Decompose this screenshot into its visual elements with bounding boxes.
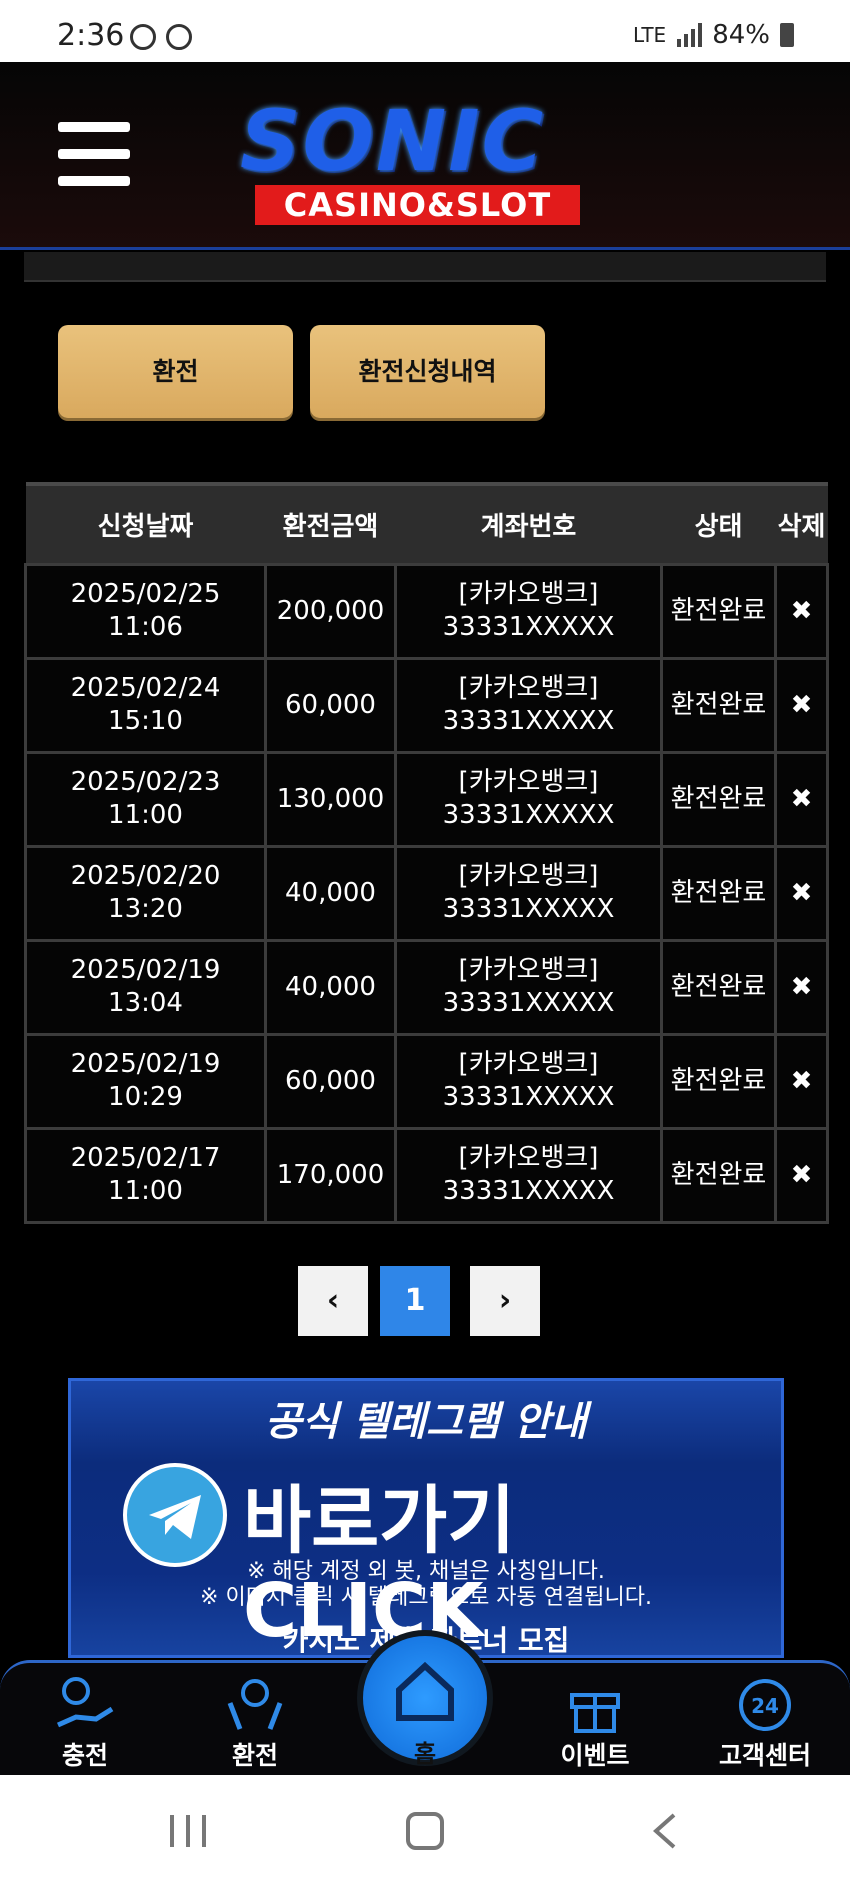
nav-event[interactable]: 이벤트 bbox=[535, 1663, 655, 1778]
logo-text: SONIC bbox=[240, 92, 546, 190]
cell-date: 2025/02/24 15:10 bbox=[24, 656, 267, 754]
col-header-account: 계좌번호 bbox=[395, 482, 662, 564]
battery-level: 84% bbox=[712, 20, 770, 50]
nav-home[interactable]: 홈 bbox=[357, 1630, 493, 1768]
logo-subtitle: CASINO&SLOT bbox=[255, 185, 580, 225]
delete-icon[interactable]: ✖ bbox=[774, 750, 829, 848]
signal-icon bbox=[677, 23, 703, 47]
status-time: 2:36 bbox=[57, 18, 125, 53]
table-row: 2025/02/24 15:10 60,000 [카카오뱅크] 33331XXXXX… bbox=[24, 656, 829, 754]
menu-icon[interactable] bbox=[58, 122, 130, 186]
page-1-button[interactable]: 1 bbox=[380, 1266, 450, 1336]
exchange-history-button[interactable]: 환전신청내역 bbox=[310, 325, 545, 418]
home-icon bbox=[396, 1661, 454, 1721]
exchange-history-table: 신청날짜 환전금액 계좌번호 상태 삭제 2025/02/25 11:06 200… bbox=[24, 482, 829, 1224]
table-header-row: 신청날짜 환전금액 계좌번호 상태 삭제 bbox=[25, 482, 828, 564]
cell-date: 2025/02/25 11:06 bbox=[24, 562, 267, 660]
cell-status: 환전완료 bbox=[660, 1032, 777, 1130]
col-header-status: 상태 bbox=[661, 482, 776, 564]
prev-page-button[interactable]: ‹ bbox=[298, 1266, 368, 1336]
cell-account: [카카오뱅크] 33331XXXXX bbox=[394, 562, 663, 660]
cell-amount: 40,000 bbox=[264, 844, 397, 942]
charge-icon bbox=[56, 1677, 114, 1728]
cell-amount: 130,000 bbox=[264, 750, 397, 848]
status-bar: 2:36 LTE 84% bbox=[0, 0, 850, 62]
site-header: SONIC CASINO&SLOT bbox=[0, 62, 850, 250]
cell-amount: 60,000 bbox=[264, 1032, 397, 1130]
recents-icon[interactable] bbox=[168, 1811, 208, 1851]
delete-icon[interactable]: ✖ bbox=[774, 562, 829, 660]
table-row: 2025/02/19 13:04 40,000 [카카오뱅크] 33331XXXXX… bbox=[24, 938, 829, 1036]
cell-amount: 40,000 bbox=[264, 938, 397, 1036]
table-row: 2025/02/25 11:06 200,000 [카카오뱅크] 33331XXXX… bbox=[24, 562, 829, 660]
cell-date: 2025/02/19 13:04 bbox=[24, 938, 267, 1036]
cell-account: [카카오뱅크] 33331XXXXX bbox=[394, 938, 663, 1036]
nav-exchange[interactable]: 환전 bbox=[195, 1663, 315, 1778]
cell-account: [카카오뱅크] 33331XXXXX bbox=[394, 1126, 663, 1224]
table-row: 2025/02/23 11:00 130,000 [카카오뱅크] 33331XXXX… bbox=[24, 750, 829, 848]
delete-icon[interactable]: ✖ bbox=[774, 938, 829, 1036]
home-system-icon[interactable] bbox=[405, 1811, 445, 1851]
cell-amount: 60,000 bbox=[264, 656, 397, 754]
dnd-icon bbox=[166, 24, 192, 50]
telegram-banner[interactable]: 공식 텔레그램 안내 바로가기 CLICK ※ 해당 계정 외 봇, 채널은 사… bbox=[68, 1378, 784, 1658]
site-logo[interactable]: SONIC CASINO&SLOT bbox=[230, 92, 610, 232]
table-row: 2025/02/19 10:29 60,000 [카카오뱅크] 33331XXXXX… bbox=[24, 1032, 829, 1130]
nav-support[interactable]: 24 고객센터 bbox=[705, 1663, 825, 1778]
delete-icon[interactable]: ✖ bbox=[774, 1032, 829, 1130]
table-row: 2025/02/20 13:20 40,000 [카카오뱅크] 33331XXXXX… bbox=[24, 844, 829, 942]
nav-charge[interactable]: 충전 bbox=[25, 1663, 145, 1778]
cell-account: [카카오뱅크] 33331XXXXX bbox=[394, 656, 663, 754]
cell-status: 환전완료 bbox=[660, 844, 777, 942]
banner-note-2: ※ 이미지 클릭 시 텔레그램으로 자동 연결됩니다. bbox=[200, 1585, 652, 1610]
gift-icon bbox=[570, 1693, 620, 1733]
cell-account: [카카오뱅크] 33331XXXXX bbox=[394, 844, 663, 942]
battery-icon bbox=[780, 23, 794, 47]
table-row: 2025/02/17 11:00 170,000 [카카오뱅크] 33331XXXX… bbox=[24, 1126, 829, 1224]
back-icon[interactable] bbox=[650, 1811, 680, 1851]
cell-date: 2025/02/19 10:29 bbox=[24, 1032, 267, 1130]
col-header-amount: 환전금액 bbox=[265, 482, 396, 564]
next-page-button[interactable]: › bbox=[470, 1266, 540, 1336]
cell-account: [카카오뱅크] 33331XXXXX bbox=[394, 1032, 663, 1130]
exchange-button[interactable]: 환전 bbox=[58, 325, 293, 418]
delete-icon[interactable]: ✖ bbox=[774, 1126, 829, 1224]
sync-icon bbox=[130, 24, 156, 50]
cell-date: 2025/02/20 13:20 bbox=[24, 844, 267, 942]
svg-text:24: 24 bbox=[751, 1694, 779, 1718]
cell-status: 환전완료 bbox=[660, 1126, 777, 1224]
cell-account: [카카오뱅크] 33331XXXXX bbox=[394, 750, 663, 848]
cell-status: 환전완료 bbox=[660, 750, 777, 848]
exchange-icon bbox=[227, 1679, 283, 1730]
support-24-icon: 24 bbox=[739, 1679, 791, 1731]
cell-amount: 200,000 bbox=[264, 562, 397, 660]
cell-amount: 170,000 bbox=[264, 1126, 397, 1224]
delete-icon[interactable]: ✖ bbox=[774, 844, 829, 942]
system-nav-bar bbox=[0, 1775, 850, 1889]
delete-icon[interactable]: ✖ bbox=[774, 656, 829, 754]
cell-date: 2025/02/23 11:00 bbox=[24, 750, 267, 848]
col-header-delete: 삭제 bbox=[775, 482, 828, 564]
section-divider bbox=[24, 252, 826, 282]
telegram-icon bbox=[123, 1463, 227, 1567]
cell-status: 환전완료 bbox=[660, 656, 777, 754]
col-header-date: 신청날짜 bbox=[25, 482, 266, 564]
cell-date: 2025/02/17 11:00 bbox=[24, 1126, 267, 1224]
network-label: LTE bbox=[632, 23, 667, 47]
banner-title: 공식 텔레그램 안내 bbox=[264, 1399, 588, 1445]
cell-status: 환전완료 bbox=[660, 562, 777, 660]
cell-status: 환전완료 bbox=[660, 938, 777, 1036]
